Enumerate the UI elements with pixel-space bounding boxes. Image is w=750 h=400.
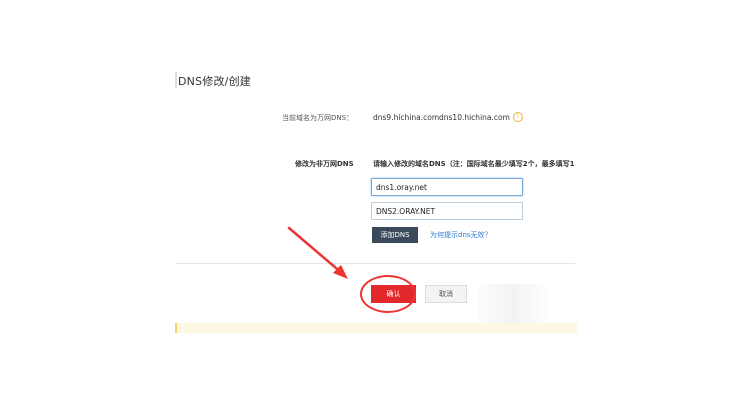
annotation-arrow-icon <box>287 226 348 279</box>
